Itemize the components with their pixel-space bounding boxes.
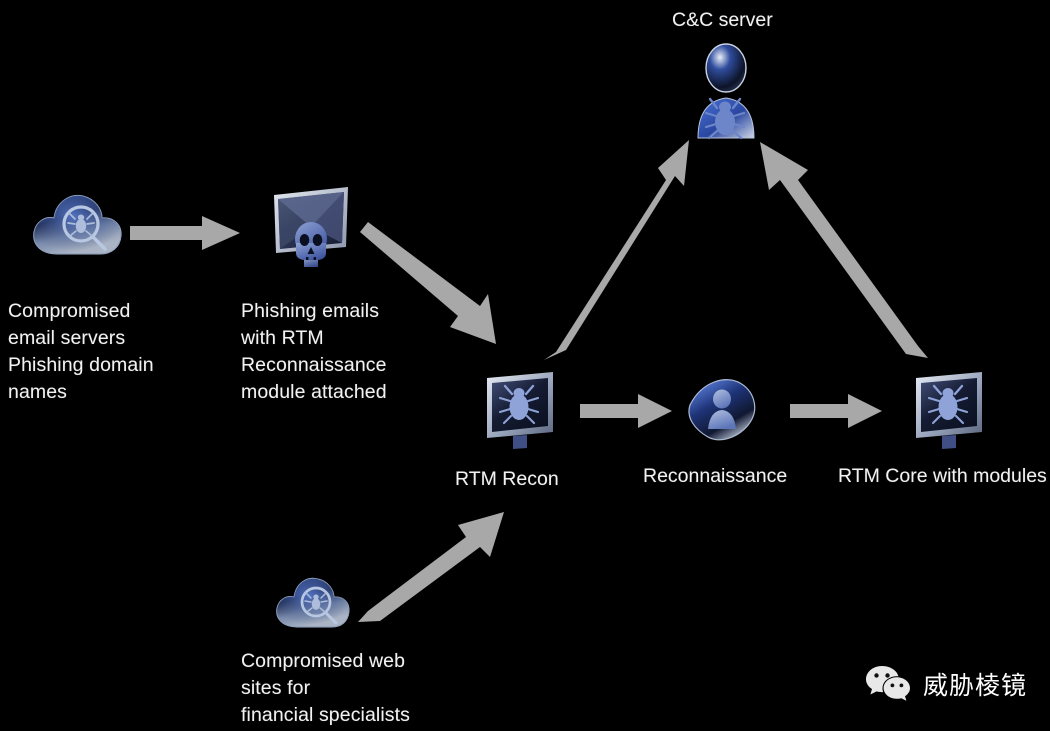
- label-rtm-core: RTM Core with modules: [838, 465, 1047, 487]
- node-cc-server: [688, 42, 766, 147]
- label-reconnaissance: Reconnaissance: [643, 465, 788, 487]
- node-phishing-emails: [266, 183, 358, 278]
- watermark-text: 威胁棱镜: [923, 671, 1028, 700]
- label-rtm-recon: RTM Recon: [455, 468, 559, 490]
- node-compromised-web-sites: [272, 572, 354, 645]
- label-compromised-email-servers: Compromised email servers Phishing domai…: [8, 300, 154, 403]
- monitor-bug-icon: [487, 372, 553, 449]
- person-bug-icon: [697, 43, 755, 140]
- cloud-bug-search-icon: [276, 577, 350, 628]
- arrow-recon-to-cc: [544, 140, 689, 360]
- monitor-bug-icon: [916, 372, 982, 449]
- cloud-bug-search-icon: [33, 194, 122, 255]
- node-rtm-recon: [483, 370, 559, 459]
- wechat-icon: [866, 666, 910, 701]
- watermark: 威胁棱镜: [866, 664, 1027, 704]
- arrow-core-to-cc: [760, 142, 928, 358]
- label-cc-server: C&C server: [672, 9, 773, 31]
- skull-glyph: [295, 222, 327, 267]
- node-compromised-email-servers: [28, 188, 128, 275]
- arrow-servers-to-emails: [130, 216, 240, 250]
- node-reconnaissance: [686, 375, 762, 452]
- arrow-websites-to-recon: [358, 512, 504, 622]
- diagram-canvas: Compromised email servers Phishing domai…: [0, 0, 1050, 731]
- label-phishing-emails: Phishing emails with RTM Reconnaissance …: [241, 300, 387, 403]
- envelope-skull-icon: [274, 187, 348, 267]
- node-rtm-core: [912, 370, 988, 459]
- arrow-reconnaissance-to-core: [790, 394, 882, 428]
- eye-person-icon: [688, 379, 756, 441]
- label-compromised-web-sites: Compromised web sites for financial spec…: [241, 650, 411, 726]
- arrow-recon-to-reconnaissance: [580, 394, 672, 428]
